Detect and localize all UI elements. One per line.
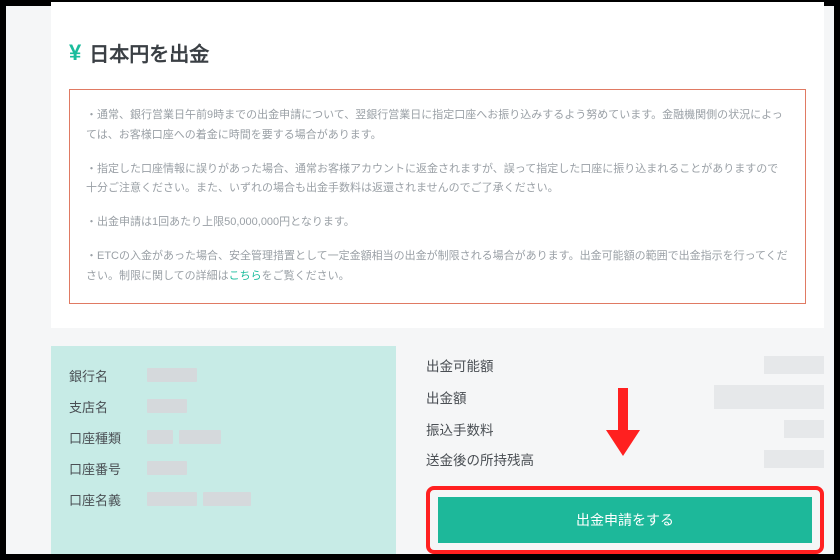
submit-highlight: 出金申請をする [426,486,824,554]
bank-value-redacted [147,492,197,506]
bank-value-redacted [147,461,187,475]
bank-label: 口座種類 [69,428,147,447]
bank-label: 口座番号 [69,459,147,478]
yen-icon: ¥ [69,40,81,66]
amount-label: 振込手数料 [426,419,494,439]
amount-value-redacted [764,356,824,374]
bank-value-redacted [147,430,173,444]
bank-row-type: 口座種類 [69,422,378,453]
notice-box: ・通常、銀行営業日午前9時までの出金申請について、翌銀行営業日に指定口座へお振り… [69,89,806,304]
bank-value-redacted [147,368,197,382]
notice-item: ・出金申請は1回あたり上限50,000,000円となります。 [86,213,789,233]
bank-label: 口座名義 [69,490,147,509]
bank-value-redacted [179,430,221,444]
notice-item: ・指定した口座情報に誤りがあった場合、通常お客様アカウントに返金されますが、誤っ… [86,160,789,200]
bank-label: 銀行名 [69,366,147,385]
row-amount: 出金額 [426,380,824,414]
amount-label: 出金額 [426,387,467,407]
bank-row-holder: 口座名義 [69,484,378,515]
notice-item: ・通常、銀行営業日午前9時までの出金申請について、翌銀行営業日に指定口座へお振り… [86,106,789,146]
bank-value-redacted [147,399,187,413]
notice-text: ・ETCの入金があった場合、安全管理措置として一定金額相当の出金が制限される場合… [86,250,788,282]
submit-withdrawal-button[interactable]: 出金申請をする [438,497,812,543]
bank-row-name: 銀行名 [69,360,378,391]
row-available: 出金可能額 [426,350,824,380]
row-fee: 振込手数料 [426,414,824,444]
amount-label: 出金可能額 [426,355,494,375]
row-balance: 送金後の所持残高 [426,444,824,474]
bank-label: 支店名 [69,397,147,416]
amount-value-redacted [764,450,824,468]
withdrawal-panel: 出金可能額 出金額 振込手数料 送金後の所持残高 [426,346,824,554]
bank-value-redacted [203,492,251,506]
amount-value-redacted [784,420,824,438]
bank-row-branch: 支店名 [69,391,378,422]
amount-label: 送金後の所持残高 [426,449,534,469]
bank-row-number: 口座番号 [69,453,378,484]
page-title: 日本円を出金 [89,38,209,67]
notice-item: ・ETCの入金があった場合、安全管理措置として一定金額相当の出金が制限される場合… [86,247,789,287]
page-header: ¥ 日本円を出金 [69,22,806,67]
notice-link[interactable]: こちら [229,270,262,282]
notice-text: をご覧ください。 [262,270,350,282]
amount-input-redacted[interactable] [714,385,824,409]
bank-info-panel: 銀行名 支店名 口座種類 口座番号 口座名義 [51,346,396,554]
